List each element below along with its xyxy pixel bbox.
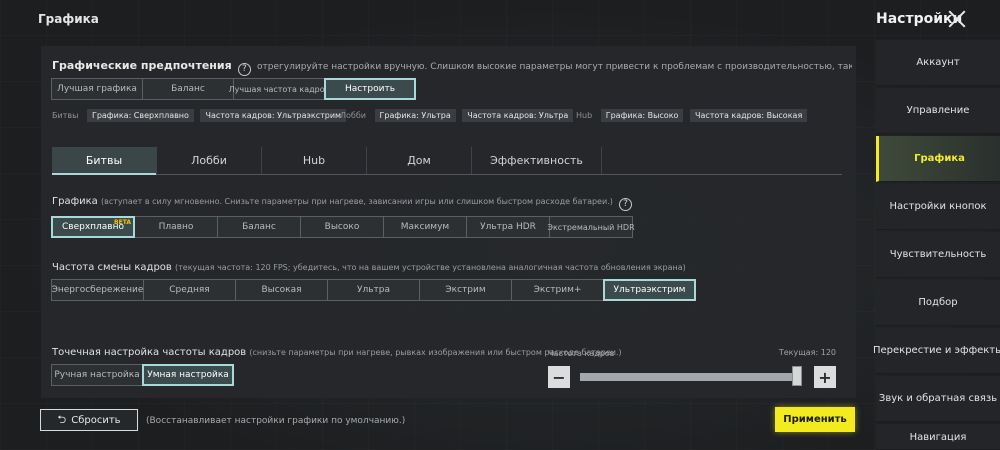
preset-hub: Hub Графика: Высоко Частота кадров: Высо… xyxy=(576,109,811,122)
preset-battles: Битвы Графика: Сверхплавно Частота кадро… xyxy=(52,109,350,122)
mode-tabs: Битвы Лобби Hub Дом Эффективность xyxy=(52,147,842,175)
fps-options: Энергосбережение Средняя Высокая Ультра … xyxy=(51,279,696,301)
apply-button[interactable]: Применить xyxy=(775,407,855,432)
pref-option-best-graphics[interactable]: Лучшая графика xyxy=(51,78,143,100)
tab-lobby[interactable]: Лобби xyxy=(157,147,262,174)
preset-label: Hub xyxy=(576,111,593,120)
fine-tune-label: Точечная настройка частоты кадров xyxy=(52,347,247,358)
sidebar-item-navigation[interactable]: Навигация xyxy=(876,424,1000,450)
preset-fps: Частота кадров: Ультраэкстрим xyxy=(200,109,347,122)
sidebar-item-audio[interactable]: Звук и обратная связь xyxy=(876,376,1000,422)
preset-fps: Частота кадров: Ультра xyxy=(462,109,574,122)
fine-tune-label-row: Точечная настройка частоты кадров (снизь… xyxy=(52,347,622,358)
fine-tune-manual[interactable]: Ручная настройка xyxy=(51,364,143,386)
reset-button[interactable]: ⮌ Сбросить xyxy=(40,409,138,431)
minus-button[interactable]: − xyxy=(548,366,570,388)
sidebar-item-button-settings[interactable]: Настройки кнопок xyxy=(876,184,1000,230)
fps-option-power-saving[interactable]: Энергосбережение xyxy=(51,279,144,301)
preset-fps: Частота кадров: Высокая xyxy=(689,109,808,122)
fine-tune-options: Ручная настройка Умная настройка xyxy=(51,364,234,386)
sidebar-item-pickup[interactable]: Подбор xyxy=(876,280,1000,326)
help-icon[interactable]: ? xyxy=(237,63,251,76)
preset-graphics: Графика: Высоко xyxy=(600,109,684,122)
tab-home[interactable]: Дом xyxy=(367,147,472,174)
slider-current-value: Текущая: 120 xyxy=(778,348,836,357)
reset-label: Сбросить xyxy=(71,414,121,426)
graphics-options: Сверхплавно BETA Плавно Баланс Высоко Ма… xyxy=(51,216,635,238)
close-icon[interactable] xyxy=(946,8,968,30)
graphics-option-ultra-smooth[interactable]: Сверхплавно BETA xyxy=(51,216,135,238)
pref-option-custom[interactable]: Настроить xyxy=(324,78,416,100)
reset-description: (Восстанавливает настройки графики по ум… xyxy=(146,416,406,426)
fps-option-medium[interactable]: Средняя xyxy=(143,279,236,301)
graphics-note: (вступает в силу мгновенно. Снизьте пара… xyxy=(100,197,613,206)
fps-label: Частота смены кадров xyxy=(52,262,172,273)
preset-label: Битвы xyxy=(52,111,79,120)
beta-badge: BETA xyxy=(114,219,131,226)
sidebar-item-graphics[interactable]: Графика xyxy=(876,136,1000,182)
fps-option-ultra-extreme[interactable]: Ультраэкстрим xyxy=(603,279,696,301)
settings-sidebar: Аккаунт Управление Графика Настройки кно… xyxy=(873,40,1000,450)
preferences-description: отрегулируйте настройки вручную. Слишком… xyxy=(257,62,852,72)
preferences-header: Графические предпочтения ? отрегулируйте… xyxy=(52,59,852,76)
tab-battles[interactable]: Битвы xyxy=(52,147,157,175)
preset-label: Лобби xyxy=(340,111,366,120)
fine-tune-smart[interactable]: Умная настройка xyxy=(142,364,234,386)
fps-option-high[interactable]: Высокая xyxy=(235,279,328,301)
sidebar-item-crosshair[interactable]: Перекрестие и эффекты xyxy=(873,328,1000,374)
slider-label: Частота кадров xyxy=(548,349,615,358)
graphics-option-max[interactable]: Максимум xyxy=(383,216,467,238)
fps-note: (текущая частота: 120 FPS; убедитесь, чт… xyxy=(175,263,686,272)
plus-button[interactable]: + xyxy=(814,366,836,388)
preset-lobby: Лобби Графика: Ультра Частота кадров: Ул… xyxy=(340,109,577,122)
graphics-option-high[interactable]: Высоко xyxy=(300,216,384,238)
help-icon[interactable]: ? xyxy=(619,198,633,211)
fps-option-extreme-plus[interactable]: Экстрим+ xyxy=(511,279,604,301)
graphics-label-row: Графика (вступает в силу мгновенно. Сниз… xyxy=(52,196,635,211)
fps-label-row: Частота смены кадров (текущая частота: 1… xyxy=(52,262,686,273)
graphics-settings-screen: Графика Настройки Графические предпочтен… xyxy=(0,0,1000,450)
pref-option-balance[interactable]: Баланс xyxy=(142,78,234,100)
slider-handle[interactable] xyxy=(792,366,802,386)
page-title: Графика xyxy=(38,12,99,26)
preset-graphics: Графика: Ультра xyxy=(374,109,456,122)
fps-slider[interactable] xyxy=(580,373,802,381)
graphics-option-ultra-hdr[interactable]: Ультра HDR xyxy=(466,216,550,238)
pref-option-best-fps[interactable]: Лучшая частота кадров xyxy=(229,78,329,100)
undo-icon: ⮌ xyxy=(57,412,67,426)
graphics-option-balance[interactable]: Баланс xyxy=(217,216,301,238)
tab-hub[interactable]: Hub xyxy=(262,147,367,174)
fps-option-ultra[interactable]: Ультра xyxy=(327,279,420,301)
graphics-option-smooth[interactable]: Плавно xyxy=(134,216,218,238)
sidebar-item-account[interactable]: Аккаунт xyxy=(876,40,1000,86)
preferences-options: Лучшая графика Баланс Лучшая частота кад… xyxy=(51,78,416,100)
preset-graphics: Графика: Сверхплавно xyxy=(86,109,194,122)
fps-option-extreme[interactable]: Экстрим xyxy=(419,279,512,301)
preferences-title: Графические предпочтения xyxy=(52,59,232,72)
graphics-option-extreme-hdr[interactable]: Экстремальный HDR xyxy=(547,216,635,238)
tab-efficiency[interactable]: Эффективность xyxy=(472,147,602,174)
sidebar-item-controls[interactable]: Управление xyxy=(876,88,1000,134)
sidebar-item-sensitivity[interactable]: Чувствительность xyxy=(876,232,1000,278)
graphics-label: Графика xyxy=(52,196,98,207)
